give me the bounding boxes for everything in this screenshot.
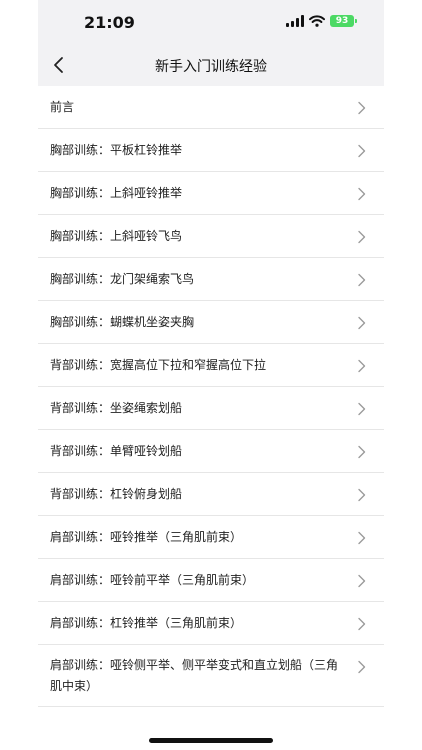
list-item-label: 背部训练：坐姿绳索划船 [50, 401, 183, 415]
chevron-right-icon [357, 316, 367, 330]
chevron-right-icon [357, 574, 367, 588]
chevron-right-icon [357, 187, 367, 201]
list-item-label: 肩部训练：哑铃推举（三角肌前束） [50, 530, 243, 544]
list-item-label: 胸部训练：上斜哑铃飞鸟 [50, 229, 183, 243]
list-item[interactable]: 胸部训练：平板杠铃推举 [38, 129, 384, 172]
list-item-label: 肩部训练：哑铃前平举（三角肌前束） [50, 573, 255, 587]
list-item[interactable]: 肩部训练：哑铃侧平举、侧平举变式和直立划船（三角肌中束） [38, 645, 384, 707]
list-item[interactable]: 背部训练：坐姿绳索划船 [38, 387, 384, 430]
navigation-bar: 新手入门训练经验 [38, 44, 384, 86]
list-item-label: 背部训练：杠铃俯身划船 [50, 487, 183, 501]
signal-icon [286, 15, 304, 27]
list-item-label: 胸部训练：平板杠铃推举 [50, 143, 183, 157]
list-item[interactable]: 肩部训练：杠铃推举（三角肌前束） [38, 602, 384, 645]
list-item[interactable]: 胸部训练：上斜哑铃飞鸟 [38, 215, 384, 258]
page-title: 新手入门训练经验 [155, 59, 267, 75]
phone-screen: 21:09 93 新手入门训练经验 前言 胸部训练：平板杠铃推举 胸部训练：上斜… [38, 0, 384, 750]
status-time: 21:09 [84, 13, 135, 32]
list-item[interactable]: 肩部训练：哑铃推举（三角肌前束） [38, 516, 384, 559]
list-item[interactable]: 胸部训练：龙门架绳索飞鸟 [38, 258, 384, 301]
list-item-label: 胸部训练：上斜哑铃推举 [50, 186, 183, 200]
wifi-icon [309, 15, 325, 27]
list-item[interactable]: 胸部训练：蝴蝶机坐姿夹胸 [38, 301, 384, 344]
status-indicators: 93 [286, 15, 357, 27]
list-item-label: 肩部训练：哑铃侧平举、侧平举变式和直立划船（三角肌中束） [50, 658, 339, 693]
chevron-right-icon [357, 531, 367, 545]
chevron-right-icon [357, 445, 367, 459]
list-item-label: 肩部训练：杠铃推举（三角肌前束） [50, 616, 243, 630]
list-item-label: 背部训练：单臂哑铃划船 [50, 444, 183, 458]
list-item-label: 前言 [50, 100, 75, 114]
list-item-label: 背部训练：宽握高位下拉和窄握高位下拉 [50, 358, 267, 372]
chevron-right-icon [357, 101, 367, 115]
chevron-right-icon [357, 359, 367, 373]
list-item-label: 胸部训练：龙门架绳索飞鸟 [50, 272, 195, 286]
lesson-list: 前言 胸部训练：平板杠铃推举 胸部训练：上斜哑铃推举 胸部训练：上斜哑铃飞鸟 胸… [38, 86, 384, 707]
chevron-right-icon [357, 273, 367, 287]
list-item[interactable]: 胸部训练：上斜哑铃推举 [38, 172, 384, 215]
battery-icon: 93 [330, 15, 357, 27]
list-item[interactable]: 肩部训练：哑铃前平举（三角肌前束） [38, 559, 384, 602]
list-item[interactable]: 背部训练：杠铃俯身划船 [38, 473, 384, 516]
list-item-label: 胸部训练：蝴蝶机坐姿夹胸 [50, 315, 195, 329]
chevron-right-icon [357, 144, 367, 158]
chevron-right-icon [357, 230, 367, 244]
list-item[interactable]: 前言 [38, 86, 384, 129]
status-bar: 21:09 93 [38, 0, 384, 44]
home-indicator[interactable] [149, 738, 273, 743]
chevron-right-icon [357, 617, 367, 631]
chevron-right-icon [357, 660, 367, 674]
chevron-right-icon [357, 402, 367, 416]
chevron-right-icon [357, 488, 367, 502]
list-item[interactable]: 背部训练：宽握高位下拉和窄握高位下拉 [38, 344, 384, 387]
list-item[interactable]: 背部训练：单臂哑铃划船 [38, 430, 384, 473]
